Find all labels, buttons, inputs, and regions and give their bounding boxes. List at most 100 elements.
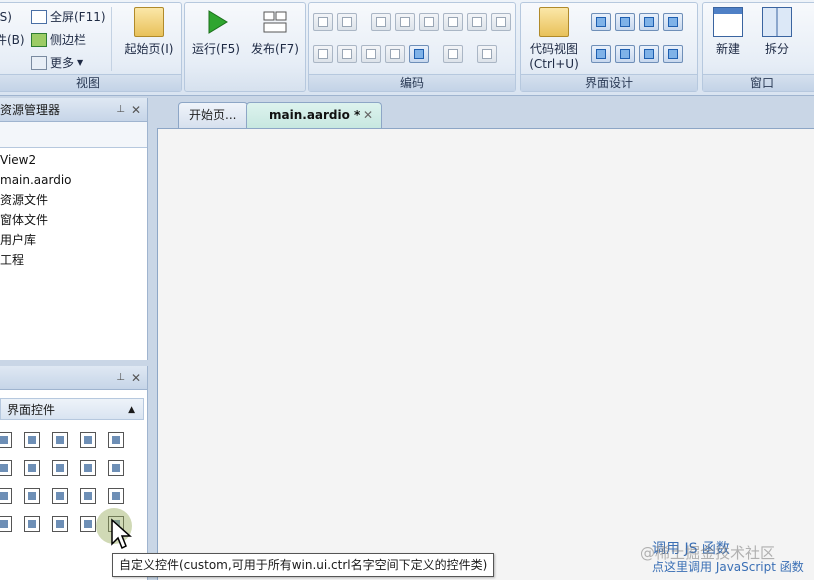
ui-design-group-caption: 界面设计 (521, 74, 697, 91)
edit-control-icon[interactable] (24, 432, 40, 448)
split-button[interactable]: 拆分 (755, 7, 799, 57)
tab-start-page[interactable]: 开始页... (178, 102, 248, 128)
code-view-button[interactable]: 代码视图 (Ctrl+U) (523, 7, 585, 71)
label-control-icon[interactable] (0, 432, 12, 448)
tree-item[interactable]: main.aardio (0, 170, 147, 190)
edit-group-caption: 编码 (309, 74, 515, 91)
close-icon[interactable]: ✕ (131, 98, 141, 122)
sidebar-icon (31, 33, 47, 47)
view-group-caption: 视图 (0, 74, 181, 91)
grid-control-icon[interactable] (52, 488, 68, 504)
split-icon (762, 7, 792, 37)
ribbon: (S) 件(B) 全屏(F11) 侧边栏 更多 ▼ 起始页(I) 视图 运行(F… (0, 0, 814, 96)
trackbar-control-icon[interactable] (80, 488, 96, 504)
undo-icon[interactable] (409, 45, 429, 63)
controls-section-label: 界面控件 (7, 403, 56, 417)
image-control-icon[interactable] (52, 460, 68, 476)
fullscreen-icon (31, 10, 47, 24)
fullscreen-button[interactable]: 全屏(F11) (31, 7, 106, 27)
view-group: (S) 件(B) 全屏(F11) 侧边栏 更多 ▼ 起始页(I) 视图 (0, 2, 182, 92)
divider (111, 7, 112, 71)
search-icon[interactable] (477, 45, 497, 63)
chevron-down-icon: ▼ (77, 58, 84, 67)
tree-item[interactable]: 资源文件 (0, 190, 147, 210)
pin-icon[interactable] (639, 45, 659, 63)
uncomment-icon[interactable] (361, 45, 381, 63)
outdent-icon[interactable] (443, 13, 463, 31)
resource-explorer-header: 资源管理器 ⊥ ✕ (0, 98, 147, 122)
tree-item[interactable]: View2 (0, 150, 147, 170)
play-icon (208, 10, 228, 34)
splitter-control-icon[interactable] (0, 516, 12, 532)
resource-tree: View2 main.aardio 资源文件 窗体文件 用户库 工程 (0, 148, 147, 270)
panel-icon[interactable] (591, 45, 611, 63)
new-window-icon (713, 7, 743, 37)
window-icon[interactable] (615, 13, 635, 31)
view-item-s[interactable]: (S) (0, 7, 12, 27)
start-page-icon (134, 7, 164, 37)
start-page-button[interactable]: 起始页(I) (119, 7, 179, 57)
controls-section-header[interactable]: 界面控件 ▲ (0, 398, 144, 420)
list-icon[interactable] (467, 13, 487, 31)
code-editor[interactable] (157, 128, 814, 580)
tab-main-aardio[interactable]: main.aardio * ✕ (246, 102, 382, 128)
paste-icon[interactable] (371, 13, 391, 31)
resource-explorer-title: 资源管理器 (0, 103, 61, 117)
pin-icon[interactable]: ⊥ (116, 366, 125, 390)
indent-icon[interactable] (419, 13, 439, 31)
table-control-icon[interactable] (24, 488, 40, 504)
chevron-up-icon: ▲ (128, 405, 135, 415)
controls-header: ⊥ ✕ (0, 366, 147, 390)
richedit-control-icon[interactable] (52, 432, 68, 448)
watermark-brand: @稀土掘金技术社区 (640, 544, 776, 562)
find-icon[interactable] (395, 13, 415, 31)
editor-tabs: 开始页... main.aardio * ✕ (150, 98, 814, 128)
tree-item[interactable]: 工程 (0, 250, 147, 270)
resource-toolbar (0, 122, 147, 148)
block-icon[interactable] (313, 45, 333, 63)
combobox-control-icon[interactable] (24, 516, 40, 532)
new-window-button[interactable]: 新建 (707, 7, 749, 57)
more-button[interactable]: 更多 ▼ (31, 53, 83, 73)
tree-item[interactable]: 窗体文件 (0, 210, 147, 230)
publish-button[interactable]: 发布(F7) (247, 7, 303, 57)
form-icon[interactable] (591, 13, 611, 31)
close-icon[interactable]: ✕ (131, 366, 141, 390)
tooltip: 自定义控件(custom,可用于所有win.ui.ctrl名字空间下定义的控件类… (112, 553, 495, 577)
view-item-b[interactable]: 件(B) (0, 30, 25, 50)
align-icon[interactable] (491, 13, 511, 31)
sidebar-button[interactable]: 侧边栏 (31, 30, 86, 50)
copy-icon[interactable] (337, 13, 357, 31)
grid-icon[interactable] (615, 45, 635, 63)
anchor-icon[interactable] (663, 45, 683, 63)
close-icon[interactable]: ✕ (363, 103, 373, 127)
progress-control-icon[interactable] (80, 460, 96, 476)
run-group: 运行(F5) 发布(F7) (184, 2, 306, 92)
bkplus-control-icon[interactable] (52, 516, 68, 532)
edit-group: 编码 (308, 2, 516, 92)
tree-item[interactable]: 用户库 (0, 230, 147, 250)
mouse-cursor-icon (111, 518, 132, 550)
publish-icon (263, 11, 287, 33)
resource-explorer-panel: 资源管理器 ⊥ ✕ View2 main.aardio 资源文件 窗体文件 用户… (0, 98, 148, 360)
more-icon (31, 56, 47, 70)
spin-control-icon[interactable] (108, 488, 124, 504)
window-group: 新建 拆分 窗口 (702, 2, 814, 92)
radio-control-icon[interactable] (108, 432, 124, 448)
tab-control-icon[interactable] (108, 460, 124, 476)
comment-icon[interactable] (337, 45, 357, 63)
run-button[interactable]: 运行(F5) (189, 7, 243, 57)
window-group-caption: 窗口 (703, 74, 814, 91)
static-control-icon[interactable] (80, 516, 96, 532)
ui-design-group: 代码视图 (Ctrl+U) 界面设计 (520, 2, 698, 92)
layout-icon[interactable] (663, 13, 683, 31)
redo-icon[interactable] (443, 45, 463, 63)
picture-control-icon[interactable] (24, 460, 40, 476)
frame-control-icon[interactable] (0, 488, 12, 504)
listview-control-icon[interactable] (0, 460, 12, 476)
frame-icon[interactable] (639, 13, 659, 31)
checkbox-control-icon[interactable] (80, 432, 96, 448)
cut-icon[interactable] (313, 13, 333, 31)
format-icon[interactable] (385, 45, 405, 63)
pin-icon[interactable]: ⊥ (116, 98, 125, 122)
